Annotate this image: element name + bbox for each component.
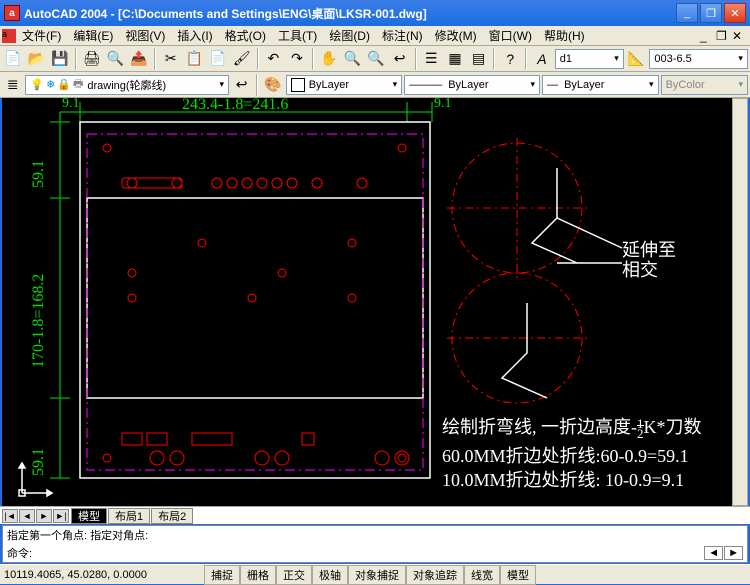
cmd-scroll-right[interactable]: ►: [724, 546, 743, 560]
save-button[interactable]: 💾: [49, 48, 71, 70]
tab-model[interactable]: 模型: [71, 508, 107, 524]
properties-button[interactable]: ☰: [421, 48, 443, 70]
command-prompt: 命令:: [7, 545, 32, 561]
plotstyle-dropdown: ByColor▾: [661, 75, 748, 95]
standard-toolbar: 📄 📂 💾 🖨 🔍 📤 ✂ 📋 📄 🖌 ↶ ↷ ✋ 🔍 🔍 ↩ ☰ ▦ ▤ ? …: [0, 46, 750, 72]
zoom-prev-button[interactable]: ↩: [389, 48, 411, 70]
dimstyle-dropdown[interactable]: 003-6.5▾: [649, 49, 747, 69]
new-button[interactable]: 📄: [2, 48, 24, 70]
title-bar: a AutoCAD 2004 - [C:\Documents and Setti…: [0, 0, 750, 26]
toggle-model[interactable]: 模型: [500, 565, 536, 585]
menu-draw[interactable]: 绘图(D): [323, 27, 376, 44]
layerprev-button[interactable]: ↩: [231, 74, 252, 96]
drawing-area[interactable]: 243.4-1.8=241.6 9.1 9.1 59.1 170-1.8=168…: [2, 98, 748, 506]
layer-dropdown[interactable]: 💡❄🔒🖶 drawing(轮廓线)▾: [25, 75, 229, 95]
mdi-minimize-button[interactable]: _: [700, 29, 716, 43]
tab-last-button[interactable]: ►|: [53, 509, 69, 523]
menu-help[interactable]: 帮助(H): [538, 27, 591, 44]
command-input[interactable]: [36, 547, 704, 559]
copy-button[interactable]: 📋: [184, 48, 206, 70]
menu-window[interactable]: 窗口(W): [483, 27, 538, 44]
toggle-polar[interactable]: 极轴: [312, 565, 348, 585]
toggle-grid[interactable]: 栅格: [240, 565, 276, 585]
dim-top-right: 9.1: [434, 98, 452, 112]
pan-button[interactable]: ✋: [318, 48, 340, 70]
menu-edit[interactable]: 编辑(E): [67, 27, 119, 44]
toolpalette-button[interactable]: ▤: [468, 48, 490, 70]
menu-tools[interactable]: 工具(T): [272, 27, 323, 44]
menu-dim[interactable]: 标注(N): [376, 27, 429, 44]
dim-left-bot: 59.1: [30, 448, 48, 476]
dim-top-left: 9.1: [62, 98, 80, 112]
mdi-close-button[interactable]: ✕: [732, 29, 748, 43]
redo-button[interactable]: ↷: [286, 48, 308, 70]
tab-first-button[interactable]: |◄: [2, 509, 18, 523]
status-coords: 10119.4065, 45.0280, 0.0000: [4, 569, 204, 581]
minimize-button[interactable]: _: [676, 3, 698, 23]
note-10mm: 10.0MM折边处折线: 10-0.9=9.1: [442, 466, 684, 492]
vscroll[interactable]: [732, 98, 748, 506]
cut-button[interactable]: ✂: [160, 48, 182, 70]
textstyle-button[interactable]: A: [531, 48, 553, 70]
cmd-scroll-left[interactable]: ◄: [704, 546, 723, 560]
note-60mm: 60.0MM折边处折线:60-0.9=59.1: [442, 442, 689, 468]
autocad-icon: a: [4, 5, 20, 21]
toggle-ortho[interactable]: 正交: [276, 565, 312, 585]
help-button[interactable]: ?: [499, 48, 521, 70]
designcenter-button[interactable]: ▦: [444, 48, 466, 70]
annotation-extend-2: 相交: [622, 256, 658, 282]
hscroll[interactable]: [195, 509, 748, 523]
command-window: 指定第一个角点: 指定对角点: 命令: ◄ ►: [2, 525, 748, 563]
menu-file[interactable]: 文件(F): [16, 27, 67, 44]
layout-tabs-row: |◄ ◄ ► ►| 模型 布局1 布局2: [0, 506, 750, 524]
textstyle-dropdown[interactable]: d1▾: [555, 49, 624, 69]
preview-button[interactable]: 🔍: [105, 48, 127, 70]
tab-layout2[interactable]: 布局2: [151, 508, 193, 524]
tab-next-button[interactable]: ►: [36, 509, 52, 523]
zoom-button[interactable]: 🔍: [342, 48, 364, 70]
layermgr-button[interactable]: ≣: [2, 74, 23, 96]
maximize-button[interactable]: ❐: [700, 3, 722, 23]
zoom-window-button[interactable]: 🔍: [365, 48, 387, 70]
color-dropdown[interactable]: ByLayer▾: [286, 75, 403, 95]
mdi-restore-button[interactable]: ❐: [716, 29, 732, 43]
undo-button[interactable]: ↶: [263, 48, 285, 70]
window-title: AutoCAD 2004 - [C:\Documents and Setting…: [24, 5, 674, 22]
toggle-otrack[interactable]: 对象追踪: [406, 565, 464, 585]
dim-left-top: 59.1: [30, 160, 48, 188]
dim-top: 243.4-1.8=241.6: [182, 98, 288, 114]
tab-layout1[interactable]: 布局1: [108, 508, 150, 524]
matchprop-button[interactable]: 🖌: [231, 48, 253, 70]
menu-insert[interactable]: 插入(I): [171, 27, 218, 44]
color-button[interactable]: 🎨: [262, 74, 283, 96]
menu-modify[interactable]: 修改(M): [429, 27, 483, 44]
linetype-dropdown[interactable]: ———ByLayer▾: [404, 75, 540, 95]
doc-icon[interactable]: a: [2, 29, 16, 43]
publish-button[interactable]: 📤: [128, 48, 150, 70]
open-button[interactable]: 📂: [26, 48, 48, 70]
toggle-lwt[interactable]: 线宽: [464, 565, 500, 585]
dim-left-mid: 170-1.8=168.2: [30, 274, 48, 368]
paste-button[interactable]: 📄: [207, 48, 229, 70]
print-button[interactable]: 🖨: [81, 48, 103, 70]
note-bend-formula: 绘制折弯线, 一折边高度-12K*刀数: [442, 413, 702, 439]
close-button[interactable]: ✕: [724, 3, 746, 23]
dimstyle-button[interactable]: 📐: [626, 48, 648, 70]
menu-format[interactable]: 格式(O): [219, 27, 272, 44]
menu-bar: a 文件(F) 编辑(E) 视图(V) 插入(I) 格式(O) 工具(T) 绘图…: [0, 26, 750, 46]
toggle-snap[interactable]: 捕捉: [204, 565, 240, 585]
toggle-osnap[interactable]: 对象捕捉: [348, 565, 406, 585]
menu-view[interactable]: 视图(V): [119, 27, 171, 44]
lineweight-dropdown[interactable]: —ByLayer▾: [542, 75, 659, 95]
status-bar: 10119.4065, 45.0280, 0.0000 捕捉 栅格 正交 极轴 …: [0, 564, 750, 584]
command-history: 指定第一个角点: 指定对角点:: [3, 526, 747, 544]
layers-toolbar: ≣ 💡❄🔒🖶 drawing(轮廓线)▾ ↩ 🎨 ByLayer▾ ———ByL…: [0, 72, 750, 98]
tab-prev-button[interactable]: ◄: [19, 509, 35, 523]
